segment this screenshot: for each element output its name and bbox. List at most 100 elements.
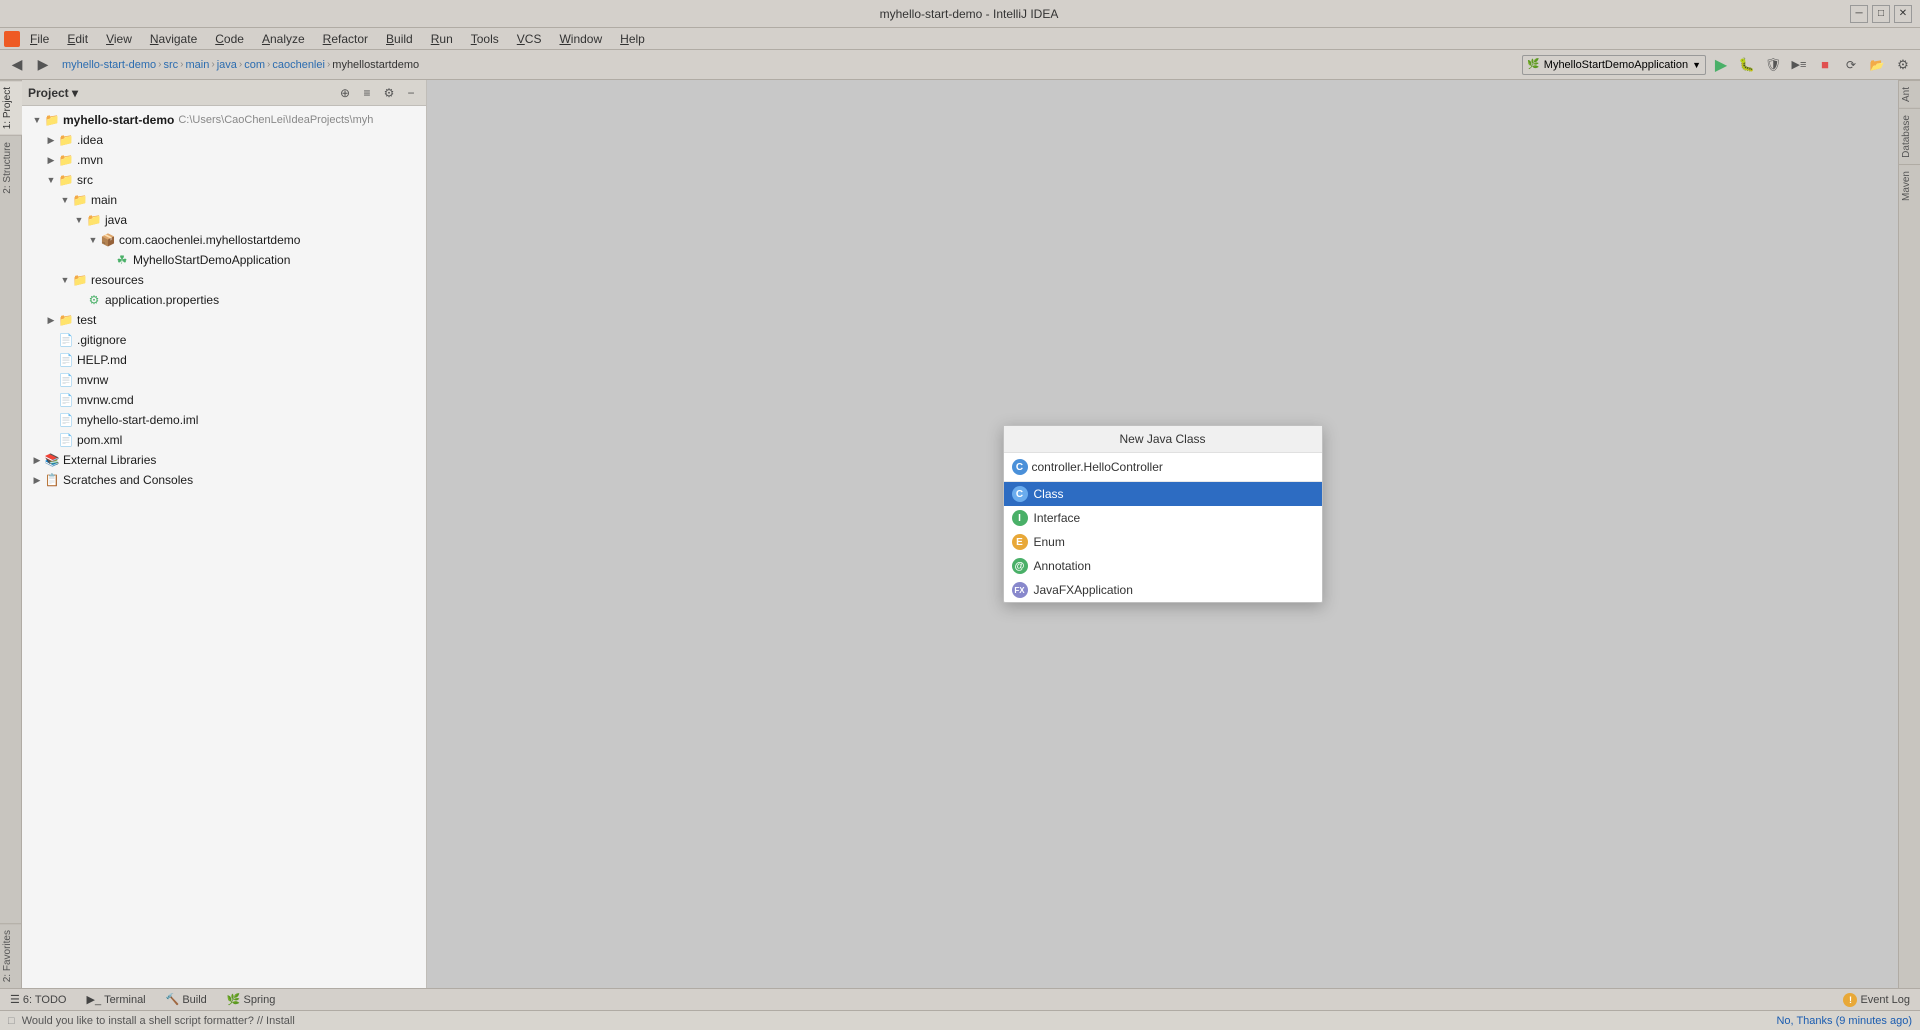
forward-button[interactable]: ◀ — [32, 54, 54, 76]
menu-window[interactable]: Window — [551, 30, 610, 48]
project-settings-button[interactable]: ⚙ — [380, 84, 398, 102]
right-tab-ant[interactable]: Ant — [1899, 80, 1920, 108]
tree-root-path: C:\Users\CaoChenLei\IdeaProjects\myh — [178, 114, 373, 126]
build-icon: 🔨 — [166, 993, 180, 1006]
stop-button[interactable]: ■ — [1814, 54, 1836, 76]
dialog-item-class[interactable]: C Class — [1004, 482, 1322, 506]
annotation-label: Annotation — [1034, 559, 1091, 573]
javafx-icon: FX — [1012, 582, 1028, 598]
menu-help[interactable]: Help — [612, 30, 653, 48]
bottom-tab-todo[interactable]: ☰ 6: TODO — [6, 993, 70, 1006]
run-config-selector[interactable]: 🌿 MyhelloStartDemoApplication ▼ — [1522, 55, 1706, 75]
breadcrumb-java[interactable]: java — [217, 59, 237, 71]
tree-item-resources[interactable]: ▼ 📁 resources — [22, 270, 426, 290]
bottom-tab-terminal[interactable]: ▶_ Terminal — [82, 993, 149, 1006]
menu-navigate[interactable]: Navigate — [142, 30, 205, 48]
test-folder-icon: 📁 — [58, 312, 74, 328]
menu-code[interactable]: Code — [207, 30, 252, 48]
tree-label-scratches: Scratches and Consoles — [63, 473, 193, 487]
right-tab-database[interactable]: Database — [1899, 108, 1920, 164]
status-no-thanks[interactable]: No, Thanks (9 minutes ago) — [1776, 1015, 1912, 1027]
help-icon: 📄 — [58, 352, 74, 368]
right-side-tabs: Ant Database Maven — [1898, 80, 1920, 988]
tree-item-props[interactable]: ⚙ application.properties — [22, 290, 426, 310]
tree-item-main[interactable]: ▼ 📁 main — [22, 190, 426, 210]
menu-tools[interactable]: Tools — [463, 30, 507, 48]
tree-item-ext-libs[interactable]: ▶ 📚 External Libraries — [22, 450, 426, 470]
dialog-item-annotation[interactable]: @ Annotation — [1004, 554, 1322, 578]
event-log-icon: ! — [1843, 993, 1857, 1007]
tree-item-help[interactable]: 📄 HELP.md — [22, 350, 426, 370]
menu-build[interactable]: Build — [378, 30, 421, 48]
bottom-tab-build[interactable]: 🔨 Build — [162, 993, 211, 1006]
menu-run[interactable]: Run — [423, 30, 461, 48]
settings-button[interactable]: ⚙ — [1892, 54, 1914, 76]
project-panel-title: Project ▾ — [28, 86, 332, 100]
tree-item-scratches[interactable]: ▶ 📋 Scratches and Consoles — [22, 470, 426, 490]
more-run-button[interactable]: ▶≡ — [1788, 54, 1810, 76]
project-collapse-button[interactable]: ≡ — [358, 84, 376, 102]
sidebar-tab-structure[interactable]: 2: Structure — [0, 135, 22, 200]
tree-label-test: test — [77, 313, 96, 327]
minimize-button[interactable]: ─ — [1850, 5, 1868, 23]
debug-button[interactable]: 🐛 — [1736, 54, 1758, 76]
menu-vcs[interactable]: VCS — [509, 30, 550, 48]
project-locate-button[interactable]: ⊕ — [336, 84, 354, 102]
sidebar-tab-favorites[interactable]: 2: Favorites — [0, 923, 22, 988]
breadcrumb-com[interactable]: com — [244, 59, 265, 71]
tree-item-gitignore[interactable]: 📄 .gitignore — [22, 330, 426, 350]
menu-edit[interactable]: Edit — [59, 30, 96, 48]
run-config-icon: 🌿 — [1527, 59, 1539, 70]
new-class-name-input[interactable] — [1032, 460, 1314, 474]
src-folder-icon: 📁 — [58, 172, 74, 188]
menu-analyze[interactable]: Analyze — [254, 30, 313, 48]
tree-item-java[interactable]: ▼ 📁 java — [22, 210, 426, 230]
tree-item-idea[interactable]: ▶ 📁 .idea — [22, 130, 426, 150]
dialog-title: New Java Class — [1004, 426, 1322, 453]
tree-item-package[interactable]: ▼ 📦 com.caochenlei.myhellostartdemo — [22, 230, 426, 250]
breadcrumb-main[interactable]: main — [186, 59, 210, 71]
coverage-button[interactable]: 🛡 — [1762, 54, 1784, 76]
sidebar-tab-project[interactable]: 1: Project — [0, 80, 22, 135]
maximize-button[interactable]: □ — [1872, 5, 1890, 23]
project-hide-button[interactable]: − — [402, 84, 420, 102]
project-panel-header: Project ▾ ⊕ ≡ ⚙ − — [22, 80, 426, 106]
dialog-item-javafx[interactable]: FX JavaFXApplication — [1004, 578, 1322, 602]
tree-item-mvn[interactable]: ▶ 📁 .mvn — [22, 150, 426, 170]
tree-item-test[interactable]: ▶ 📁 test — [22, 310, 426, 330]
tree-label-mvn: .mvn — [77, 153, 103, 167]
close-button[interactable]: ✕ — [1894, 5, 1912, 23]
menu-refactor[interactable]: Refactor — [315, 30, 376, 48]
run-button[interactable]: ▶ — [1710, 54, 1732, 76]
back-button[interactable]: ◀ — [6, 54, 28, 76]
app-class-icon: ☘ — [114, 252, 130, 268]
tree-item-root[interactable]: ▼ 📁 myhello-start-demo C:\Users\CaoChenL… — [22, 110, 426, 130]
breadcrumb-src[interactable]: src — [163, 59, 178, 71]
left-side-tabs: 1: Project 2: Structure 2: Favorites — [0, 80, 22, 988]
menu-file[interactable]: File — [22, 30, 57, 48]
tree-item-app[interactable]: ☘ MyhelloStartDemoApplication — [22, 250, 426, 270]
bottom-tab-event-log[interactable]: ! Event Log — [1839, 993, 1914, 1007]
arrow-src: ▼ — [44, 175, 58, 185]
dialog-item-enum[interactable]: E Enum — [1004, 530, 1322, 554]
spring-label: Spring — [244, 994, 276, 1006]
open-file-button[interactable]: 📂 — [1866, 54, 1888, 76]
right-tab-maven[interactable]: Maven — [1899, 164, 1920, 207]
tree-item-mvnw[interactable]: 📄 mvnw — [22, 370, 426, 390]
bottom-tab-spring[interactable]: 🌿 Spring — [223, 993, 280, 1006]
menu-view[interactable]: View — [98, 30, 140, 48]
run-config-label: MyhelloStartDemoApplication — [1544, 59, 1688, 71]
tree-label-pom: pom.xml — [77, 433, 122, 447]
tree-item-src[interactable]: ▼ 📁 src — [22, 170, 426, 190]
sync-button[interactable]: ⟳ — [1840, 54, 1862, 76]
tree-item-mvnw-cmd[interactable]: 📄 mvnw.cmd — [22, 390, 426, 410]
dialog-item-interface[interactable]: I Interface — [1004, 506, 1322, 530]
breadcrumb-project[interactable]: myhello-start-demo — [62, 59, 156, 71]
javafx-label: JavaFXApplication — [1034, 583, 1133, 597]
tree-item-pom[interactable]: 📄 pom.xml — [22, 430, 426, 450]
tree-item-iml[interactable]: 📄 myhello-start-demo.iml — [22, 410, 426, 430]
todo-label: 6: TODO — [23, 994, 67, 1006]
dialog-input-row: C — [1004, 453, 1322, 482]
tree-label-package: com.caochenlei.myhellostartdemo — [119, 233, 300, 247]
breadcrumb-caochenlei[interactable]: caochenlei — [272, 59, 325, 71]
